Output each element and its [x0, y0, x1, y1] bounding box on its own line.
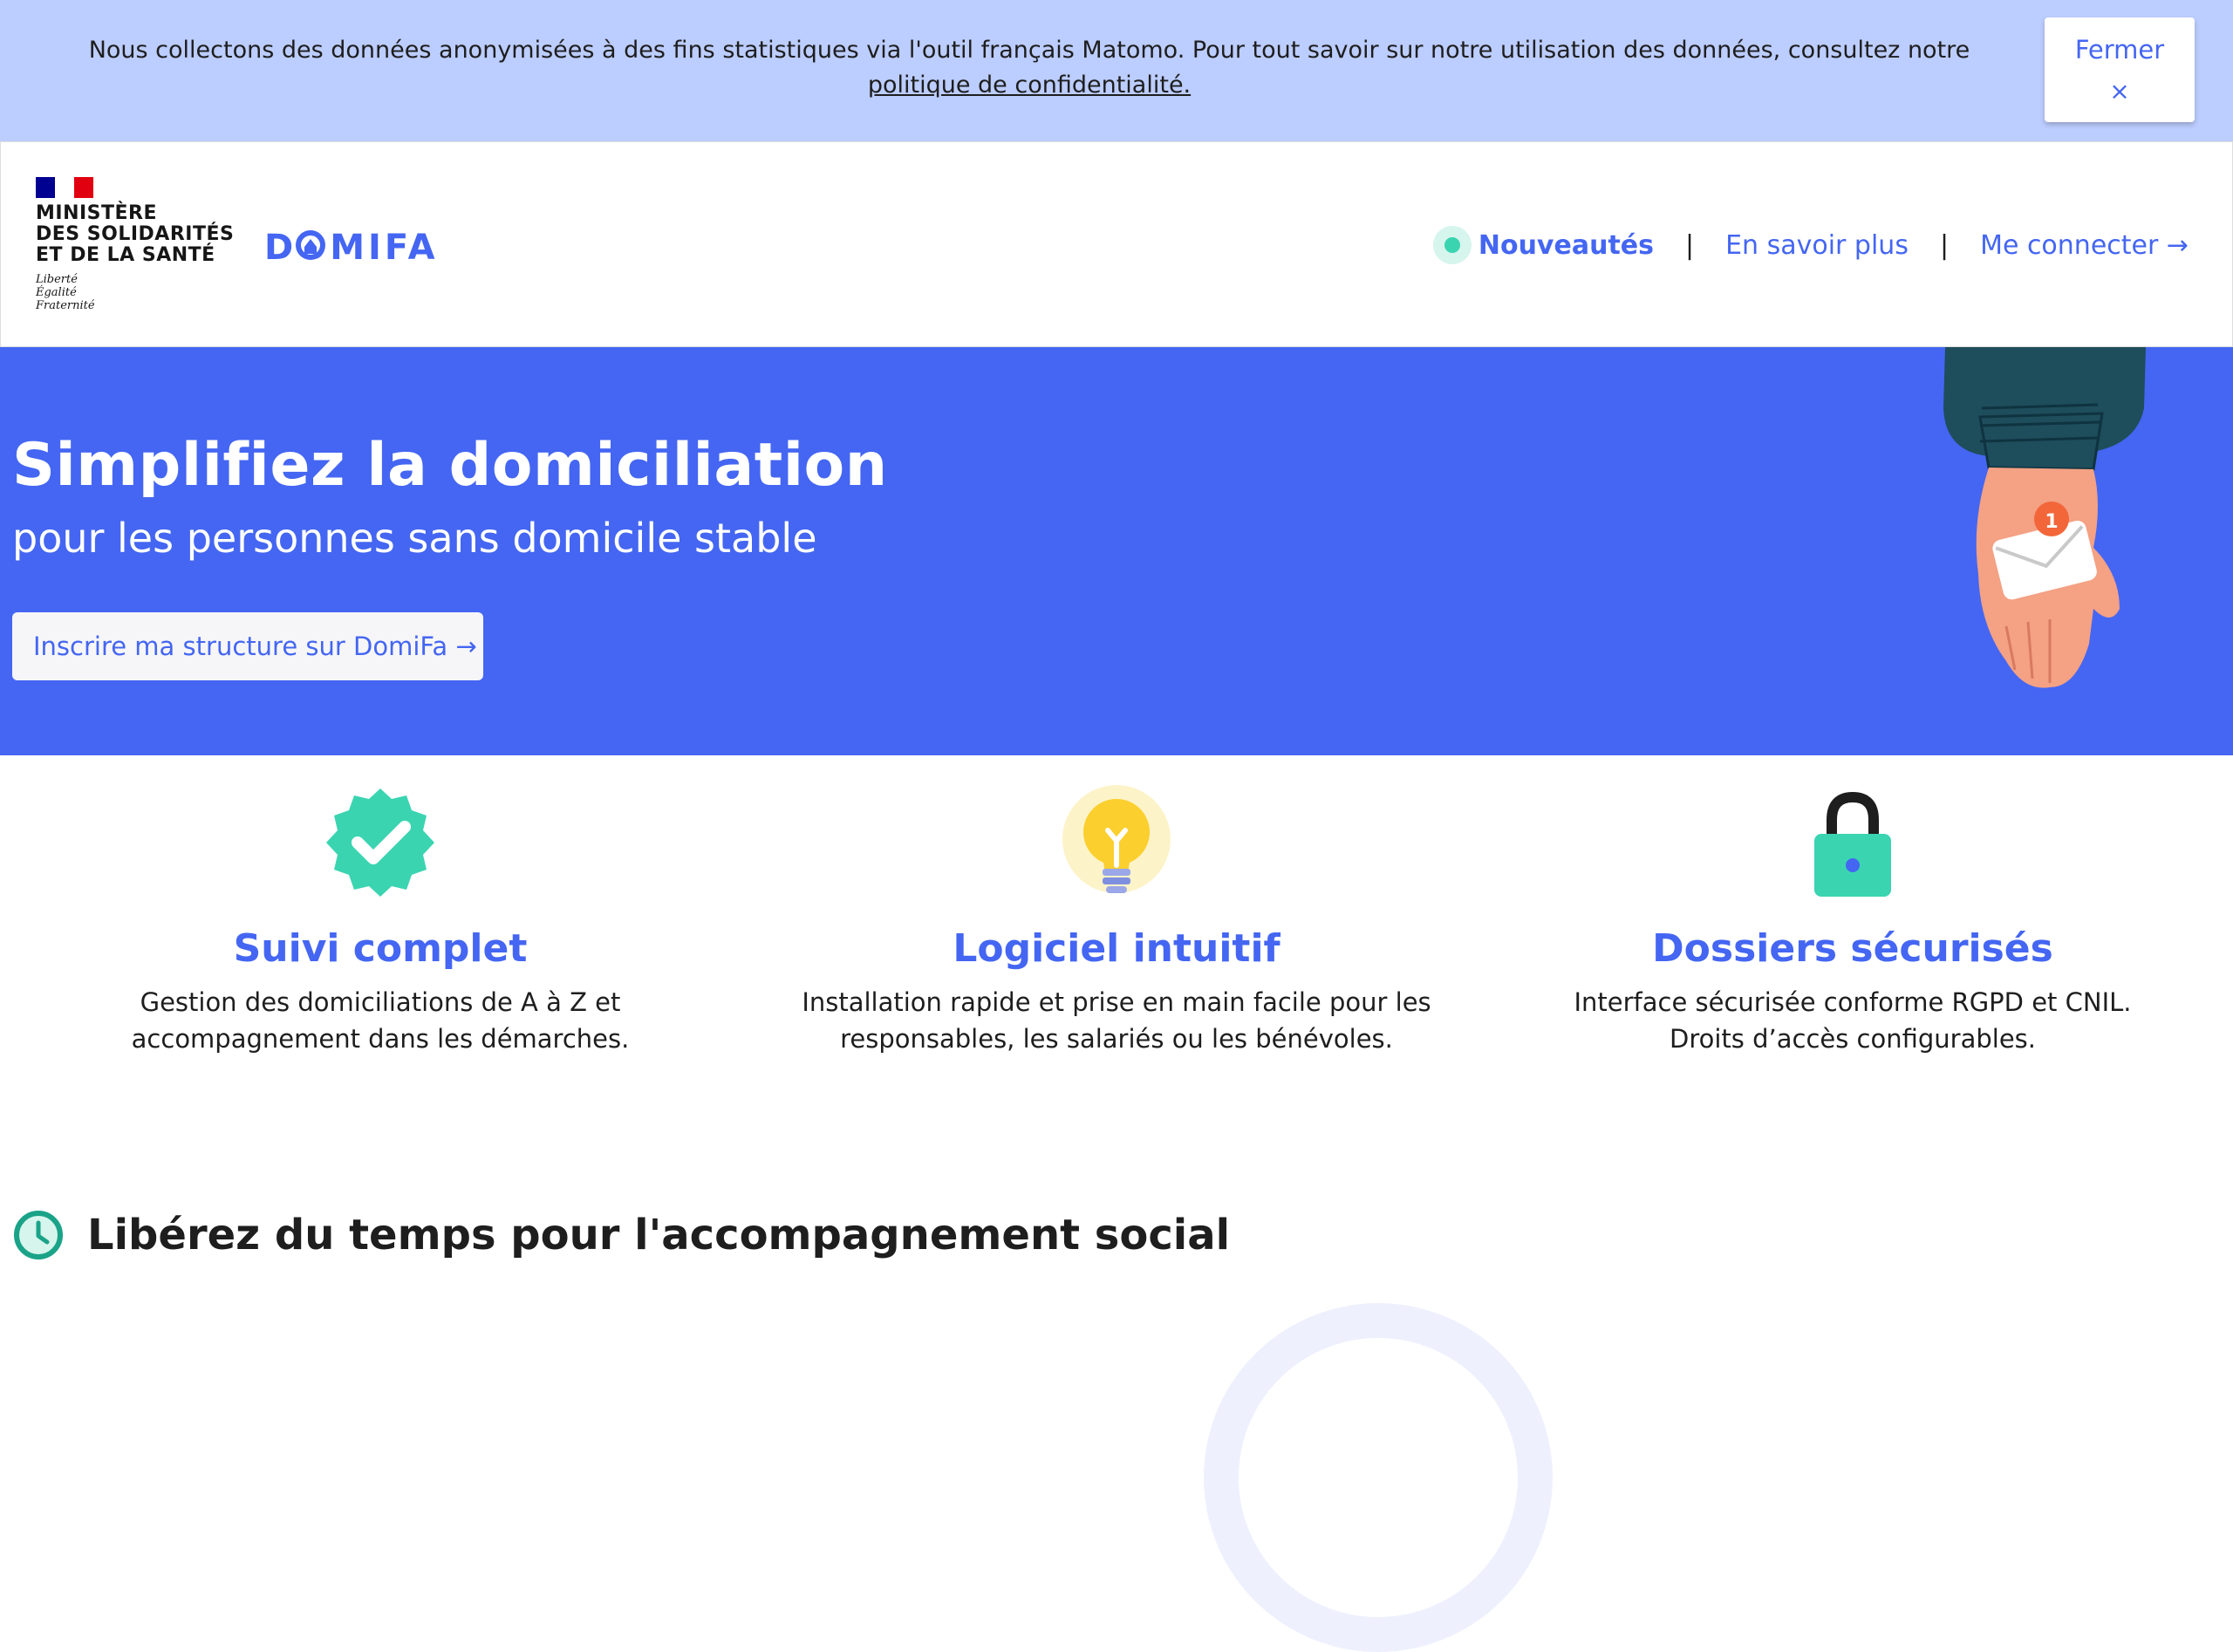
motto-line: Fraternité [36, 299, 95, 312]
clock-icon [14, 1211, 63, 1259]
cookie-banner-text: Nous collectons des données anonymisées … [52, 33, 2006, 103]
hero-title: Simplifiez la domiciliation [12, 431, 888, 500]
padlock-icon [1814, 791, 1891, 897]
domifa-logo[interactable]: DOMIFA [264, 226, 451, 268]
nav-separator: | [1684, 229, 1695, 261]
features-section: Suivi complet Gestion des domiciliations… [0, 755, 2233, 1122]
feature-text-line: Installation rapide et prise en main fac… [802, 987, 1431, 1017]
feature-text-line: Droits d’accès configurables. [1669, 1024, 2037, 1054]
feature-description: Installation rapide et prise en main fac… [794, 984, 1439, 1057]
notification-count: 1 [2045, 511, 2058, 533]
status-dot-icon [1432, 226, 1472, 264]
nav-separator: | [1939, 229, 1950, 261]
site-header: MINISTÈRE DES SOLIDARITÉS ET DE LA SANTÉ… [0, 141, 2233, 347]
cookie-message: Nous collectons des données anonymisées … [88, 37, 1970, 64]
cookie-banner: Nous collectons des données anonymisées … [0, 0, 2233, 141]
nav-learn-more-link[interactable]: En savoir plus [1725, 230, 1909, 261]
feature-description: Interface sécurisée conforme RGPD et CNI… [1530, 984, 2175, 1057]
house-pin-icon [296, 230, 325, 260]
republic-motto: Liberté Égalité Fraternité [36, 273, 234, 312]
time-saving-heading: Libérez du temps pour l'accompagnement s… [12, 1209, 1230, 1261]
cookie-close-label: Fermer [2074, 35, 2165, 65]
feature-title: Logiciel intuitif [953, 926, 1280, 971]
feature-text-line: responsables, les salariés ou les bénévo… [840, 1024, 1393, 1054]
domifa-wordmark: DOMIFA [264, 228, 439, 264]
main-nav: Nouveautés | En savoir plus | Me connect… [1432, 226, 2189, 264]
close-icon: × [2109, 77, 2130, 106]
domifa-logo-mark: DOMIFA [264, 228, 439, 268]
privacy-policy-link[interactable]: politique de confidentialité. [868, 72, 1191, 99]
feature-description: Gestion des domiciliations de A à Z et a… [58, 984, 703, 1057]
register-structure-button[interactable]: Inscrire ma structure sur DomiFa → [12, 612, 483, 680]
ministry-line: MINISTÈRE [36, 202, 158, 224]
hand-holding-mail-illustration: 1 [1943, 347, 2146, 688]
ministry-line: ET DE LA SANTÉ [36, 244, 215, 266]
motto-line: Égalité [36, 286, 77, 299]
hero-subtitle: pour les personnes sans domicile stable [12, 515, 817, 562]
cookie-close-button[interactable]: Fermer × [2045, 17, 2195, 122]
lightbulb-icon [1062, 785, 1171, 893]
feature-text-line: Interface sécurisée conforme RGPD et CNI… [1574, 987, 2132, 1017]
ministry-name: MINISTÈRE DES SOLIDARITÉS ET DE LA SANTÉ [36, 203, 234, 266]
nav-login-link[interactable]: Me connecter → [1980, 230, 2189, 261]
verified-badge-icon [326, 788, 434, 897]
feature-text-line: accompagnement dans les démarches. [131, 1024, 630, 1054]
section-title: Libérez du temps pour l'accompagnement s… [87, 1211, 1231, 1259]
feature-text-line: Gestion des domiciliations de A à Z et [140, 987, 621, 1017]
hero-section: Simplifiez la domiciliation pour les per… [0, 347, 2233, 755]
motto-line: Liberté [36, 273, 78, 286]
ministry-line: DES SOLIDARITÉS [36, 223, 235, 245]
ministry-logo[interactable]: MINISTÈRE DES SOLIDARITÉS ET DE LA SANTÉ… [36, 177, 234, 312]
french-flag-icon [36, 177, 93, 198]
feature-title: Dossiers sécurisés [1652, 926, 2053, 971]
decorative-ring [1204, 1303, 1553, 1652]
feature-title: Suivi complet [233, 926, 528, 971]
nav-news-link[interactable]: Nouveautés [1478, 230, 1654, 261]
